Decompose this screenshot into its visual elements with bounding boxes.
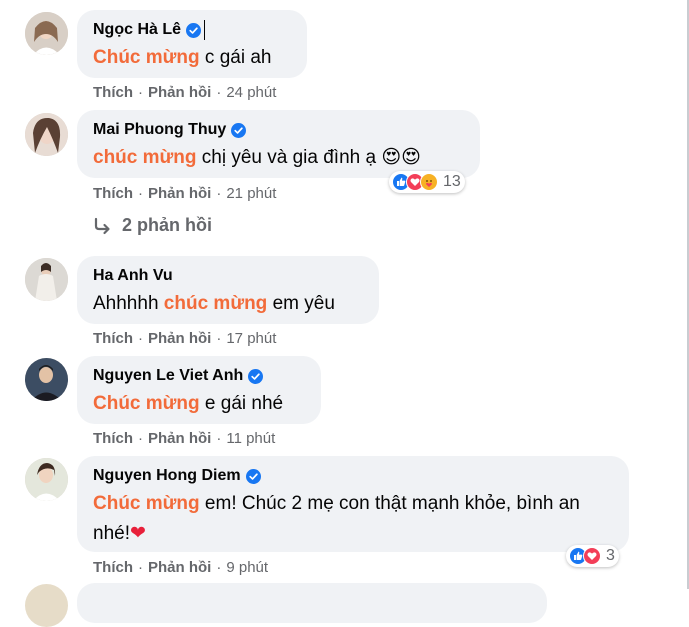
like-link[interactable]: Thích [93,330,133,347]
reply-arrow-icon [94,217,110,234]
highlight-text: chúc mừng [163,293,268,314]
comment-actions: Thích · Phản hồi · 11 phút [93,430,275,447]
like-link[interactable]: Thích [93,84,133,101]
avatar[interactable] [25,113,68,156]
commenter-name[interactable]: Mai Phuong Thuy [93,121,226,139]
comment-text-rest: em yêu [267,293,335,314]
commenter-name[interactable]: Nguyen Hong Diem [93,467,241,485]
highlight-text: Chúc mừng [93,47,200,68]
separator: · [216,330,222,347]
comment-text-before: Ahhhhh [93,293,164,314]
reactions-summary[interactable]: 13 [389,171,465,193]
avatar[interactable] [25,458,68,501]
view-replies-link[interactable]: 2 phản hồi [93,215,212,236]
next-comment-bubble [77,583,547,623]
comment-bubble: Nguyen Le Viet Anh Chúc mừng e gái nhé [77,356,321,424]
timestamp[interactable]: 24 phút [226,84,276,101]
avatar[interactable] [25,12,68,55]
replies-count-label: 2 phản hồi [122,215,212,235]
comment-bubble: Nguyen Hong Diem Chúc mừng em! Chúc 2 mẹ… [77,456,629,552]
reaction-count: 3 [606,547,615,564]
timestamp[interactable]: 21 phút [226,185,276,202]
reaction-count: 13 [443,173,461,190]
red-heart-icon: ❤ [129,523,146,544]
text-cursor [204,20,206,40]
separator: · [138,330,143,347]
reply-link[interactable]: Phản hồi [148,330,211,347]
separator: · [216,84,222,101]
comment-text: Ahhhhh chúc mừng em yêu [93,289,363,319]
timestamp[interactable]: 17 phút [226,330,276,347]
verified-badge-icon [248,368,264,384]
comment-text: Chúc mừng e gái nhé [93,389,305,419]
reply-link[interactable]: Phản hồi [148,430,211,447]
comment-bubble: Mai Phuong Thuy chúc mừng chị yêu và gia… [77,110,480,178]
commenter-name[interactable]: Nguyen Le Viet Anh [93,367,243,385]
comment-actions: Thích · Phản hồi · 9 phút [93,559,268,576]
separator: · [138,430,143,447]
avatar[interactable] [25,358,68,401]
separator: · [138,559,143,576]
separator: · [216,430,222,447]
comment-text-rest: chị yêu và gia đình ạ 😍😍 [196,147,421,168]
reactions-summary[interactable]: 3 [566,545,619,567]
like-link[interactable]: Thích [93,430,133,447]
reply-link[interactable]: Phản hồi [148,559,211,576]
reply-link[interactable]: Phản hồi [148,185,211,202]
separator: · [138,185,143,202]
avatar[interactable] [25,258,68,301]
highlight-text: Chúc mừng [93,493,200,514]
verified-badge-icon [186,22,202,38]
comment-text: Chúc mừng c gái ah [93,43,291,73]
like-link[interactable]: Thích [93,185,133,202]
comment-actions: Thích · Phản hồi · 24 phút [93,84,276,101]
verified-badge-icon [231,122,247,138]
highlight-text: Chúc mừng [93,393,200,414]
comment-text: chúc mừng chị yêu và gia đình ạ 😍😍 [93,143,464,173]
comment-text-rest: e gái nhé [199,393,284,414]
separator: · [216,185,222,202]
highlight-text: chúc mừng [93,147,197,168]
like-link[interactable]: Thích [93,559,133,576]
comment-actions: Thích · Phản hồi · 17 phút [93,330,276,347]
verified-badge-icon [245,468,261,484]
love-reaction-icon [583,547,601,565]
timestamp[interactable]: 11 phút [226,430,275,447]
commenter-name[interactable]: Ngọc Hà Lê [93,21,181,39]
reply-link[interactable]: Phản hồi [148,84,211,101]
comment-text-rest: c gái ah [199,47,272,68]
separator: · [216,559,222,576]
separator: · [138,84,143,101]
comment-bubble: Ha Anh Vu Ahhhhh chúc mừng em yêu [77,256,379,324]
comment-bubble: Ngọc Hà Lê Chúc mừng c gái ah [77,10,307,78]
commenter-name[interactable]: Ha Anh Vu [93,267,173,285]
timestamp[interactable]: 9 phút [226,559,268,576]
next-comment-avatar[interactable] [25,584,68,627]
care-reaction-icon [420,173,438,191]
comment-text: Chúc mừng em! Chúc 2 mẹ con thật mạnh kh… [93,489,613,549]
comment-actions: Thích · Phản hồi · 21 phút [93,185,276,202]
